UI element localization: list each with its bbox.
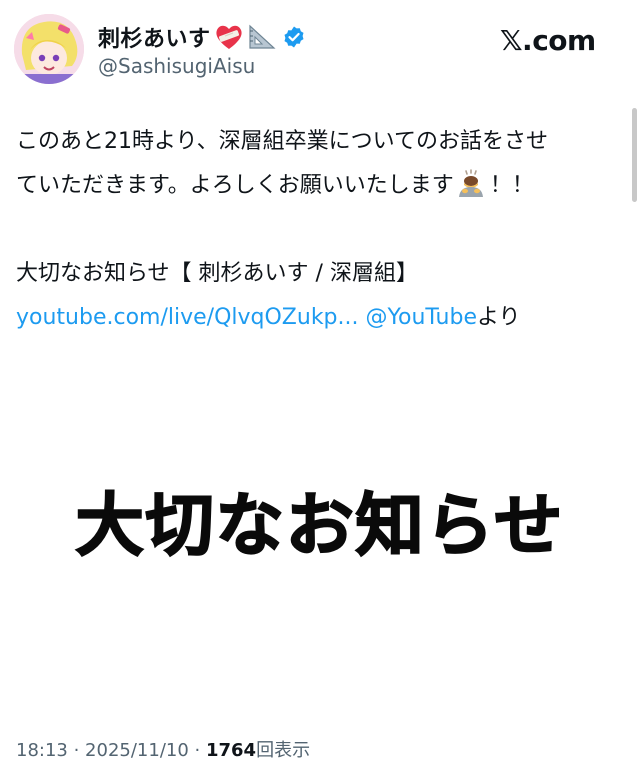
scrollbar[interactable] <box>632 108 637 202</box>
author-handle[interactable]: @SashisugiAisu <box>98 54 255 78</box>
triangle-ruler-icon <box>248 24 276 49</box>
avatar-image <box>14 14 84 84</box>
media-heading: 大切なお知らせ <box>75 486 565 567</box>
tweet-media-card[interactable]: 大切なお知らせ <box>0 340 640 720</box>
tweet-date[interactable]: 2025/11/10 <box>85 740 189 761</box>
author-name-row[interactable]: 刺杉あいす <box>98 20 306 54</box>
views-count: 1764 <box>205 740 257 761</box>
link-suffix: より <box>476 305 521 330</box>
heart-bandaged-icon <box>215 25 242 49</box>
verified-badge-icon[interactable] <box>282 25 306 49</box>
tweet-line-1: このあと21時より、深層組卒業についてのお話をさせ <box>16 129 549 154</box>
tweet-text: このあと21時より、深層組卒業についてのお話をさせ ていただきます。よろしくお願… <box>16 120 626 340</box>
tweet-line-2-suffix: ！！ <box>489 173 534 198</box>
author-display-name[interactable]: 刺杉あいす <box>98 21 211 53</box>
tweet-link-line: youtube.com/live/QlvqOZukp... @YouTubeより <box>16 296 626 340</box>
meta-separator-2: · <box>188 740 206 761</box>
tweet-line-2: ていただきます。よろしくお願いいたします ！！ <box>16 164 626 208</box>
views-label: 回表示 <box>256 740 311 761</box>
meta-separator: · <box>67 740 86 761</box>
x-logo-label: 𝕏.com <box>500 23 596 57</box>
tweet-meta: 18:13 · 2025/11/10 · 1764回表示 <box>16 736 310 762</box>
youtube-link[interactable]: youtube.com/live/QlvqOZukp... <box>16 305 359 330</box>
youtube-mention-link[interactable]: @YouTube <box>366 305 477 330</box>
tweet-line-2-text: ていただきます。よろしくお願いいたします <box>16 173 454 198</box>
x-com-brand[interactable]: 𝕏.com <box>500 20 596 60</box>
person-bowing-icon <box>458 169 483 197</box>
tweet-time[interactable]: 18:13 <box>16 740 68 761</box>
avatar[interactable] <box>14 14 84 84</box>
tweet-card-title: 大切なお知らせ【 刺杉あいす / 深層組】 <box>16 261 418 286</box>
